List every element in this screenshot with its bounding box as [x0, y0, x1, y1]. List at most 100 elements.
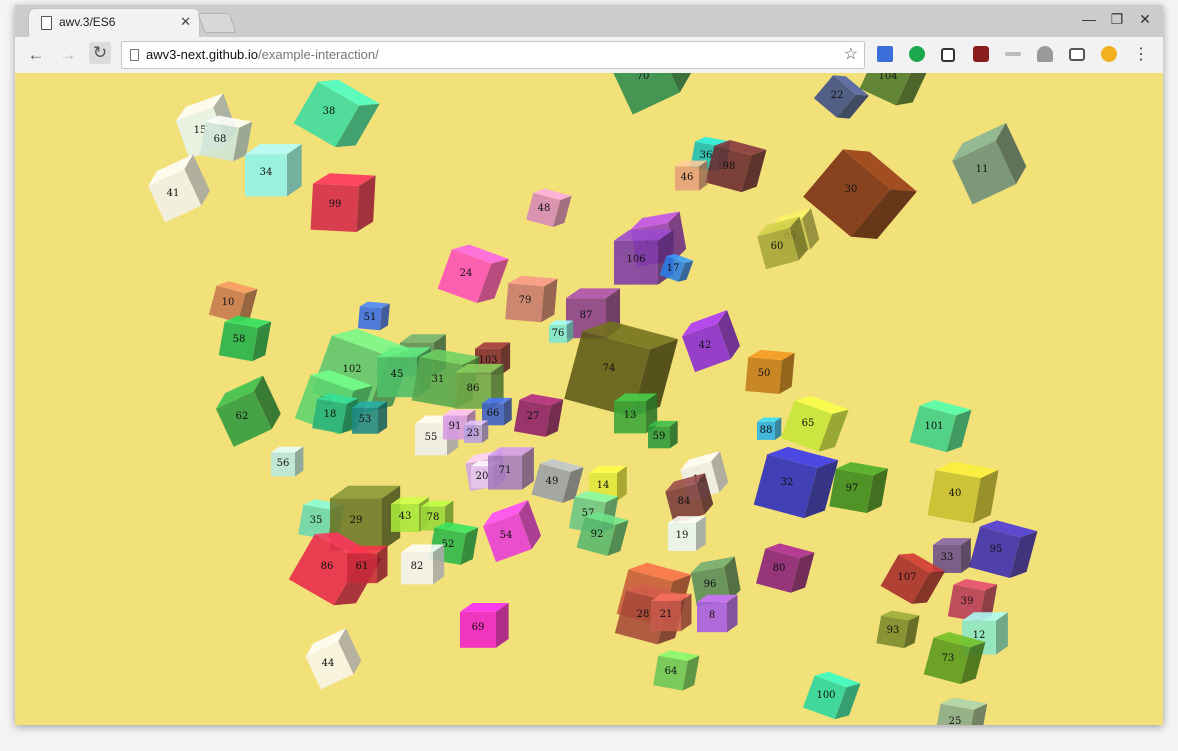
cube-label-18: 18 [324, 409, 337, 420]
cube-label-96: 96 [704, 579, 717, 590]
cube-label-86: 86 [467, 383, 480, 394]
cube-34[interactable] [245, 144, 302, 197]
cube-label-33: 33 [941, 552, 954, 563]
cube-label-22: 22 [831, 90, 844, 101]
cube-95[interactable] [969, 517, 1038, 582]
cube-label-54: 54 [500, 530, 513, 541]
cube-70[interactable] [605, 73, 696, 115]
cube-label-84: 84 [678, 496, 691, 507]
cube-label-51: 51 [364, 312, 377, 323]
cube-label-100: 100 [816, 690, 835, 701]
forward-button[interactable]: → [57, 45, 79, 65]
tab-active[interactable]: awv.3/ES6 ✕ [29, 9, 199, 37]
cube-label-82: 82 [411, 561, 424, 572]
cube-label-11: 11 [976, 164, 989, 175]
cube-65[interactable] [780, 391, 849, 456]
cube-label-80: 80 [773, 563, 786, 574]
cube-label-60: 60 [771, 241, 784, 252]
browser-toolbar: ← → ↻ awv3-next.github.io/example-intera… [15, 37, 1163, 74]
cube-label-35: 35 [310, 515, 323, 526]
cube-label-59: 59 [653, 431, 666, 442]
cube-38[interactable] [293, 73, 380, 156]
cube-label-58: 58 [233, 334, 246, 345]
restore-button[interactable]: ❐ [1107, 11, 1127, 28]
cube-label-95: 95 [990, 544, 1003, 555]
close-window-button[interactable]: ✕ [1135, 11, 1155, 28]
cube-label-88: 88 [760, 425, 773, 436]
cube-label-27: 27 [527, 411, 540, 422]
cube-label-32: 32 [781, 477, 794, 488]
cube-32[interactable] [753, 442, 839, 523]
bookmark-star-icon[interactable]: ☆ [844, 44, 858, 64]
cube-label-30: 30 [845, 184, 858, 195]
document-icon [41, 16, 52, 30]
extension-dots-icon[interactable] [1005, 52, 1021, 56]
cube-label-74: 74 [603, 363, 616, 374]
cube-label-31: 31 [432, 374, 445, 385]
cube-label-44: 44 [322, 658, 335, 669]
reload-icon: ↻ [92, 43, 108, 62]
cube-label-102: 102 [342, 364, 361, 375]
new-tab-button[interactable] [197, 13, 237, 33]
cube-label-24: 24 [460, 268, 473, 279]
cast-icon[interactable] [1069, 48, 1085, 61]
browser-window: awv.3/ES6 ✕ — ❐ ✕ ← → ↻ awv3-next.github… [15, 5, 1163, 725]
cube-label-92: 92 [591, 529, 604, 540]
cube-label-42: 42 [699, 340, 712, 351]
cube-40[interactable] [927, 459, 999, 526]
extension-megaphone-icon[interactable] [877, 46, 893, 62]
extension-cloud-icon[interactable] [1037, 46, 1053, 62]
cube-label-46: 46 [681, 172, 694, 183]
extension-star-badge-icon[interactable] [1101, 46, 1117, 62]
cube-8[interactable] [697, 594, 738, 633]
cube-label-50: 50 [758, 368, 771, 379]
cube-label-62: 62 [236, 411, 249, 422]
back-button[interactable]: ← [25, 45, 47, 65]
url-text: awv3-next.github.io/example-interaction/ [146, 47, 379, 62]
minimize-button[interactable]: — [1079, 11, 1099, 27]
extension-green-circle-icon[interactable] [909, 46, 925, 62]
cube-label-41: 41 [167, 188, 180, 199]
cube-label-76: 76 [552, 328, 565, 339]
cube-label-13: 13 [624, 410, 637, 421]
cube-label-101: 101 [924, 421, 943, 432]
cube-label-14: 14 [597, 480, 610, 491]
chrome-menu-icon[interactable]: ⋮ [1133, 44, 1149, 64]
tab-close-icon[interactable]: ✕ [180, 14, 191, 30]
cube-label-97: 97 [846, 483, 859, 494]
tab-strip: awv.3/ES6 ✕ — ❐ ✕ [15, 5, 1163, 37]
cube-label-73: 73 [942, 653, 955, 664]
cube-label-34: 34 [260, 167, 273, 178]
cube-label-53: 53 [359, 414, 372, 425]
cube-11[interactable] [947, 122, 1031, 205]
cube-label-64: 64 [665, 666, 678, 677]
cube-label-29: 29 [350, 515, 363, 526]
cube-label-70: 70 [637, 73, 650, 82]
cube-24[interactable] [437, 240, 509, 309]
address-bar[interactable]: awv3-next.github.io/example-interaction/… [121, 41, 865, 69]
cube-label-23: 23 [467, 428, 480, 439]
webgl-scene[interactable]: 7010422381568343698463011419948631061789… [15, 73, 1163, 725]
cube-label-104: 104 [878, 73, 897, 82]
cube-scene[interactable]: 7010422381568343698463011419948631061789… [15, 73, 1163, 725]
extension-shield-icon[interactable] [973, 46, 989, 62]
cube-30[interactable] [803, 138, 917, 251]
tab-title: awv.3/ES6 [59, 15, 116, 29]
cube-97[interactable] [829, 460, 889, 515]
cube-label-107: 107 [897, 572, 916, 583]
page-info-icon[interactable] [130, 49, 139, 61]
cube-label-106: 106 [626, 254, 645, 265]
cube-label-49: 49 [546, 476, 559, 487]
cube-label-65: 65 [802, 418, 815, 429]
cube-label-43: 43 [399, 511, 412, 522]
cube-label-86: 86 [321, 561, 334, 572]
cube-label-39: 39 [961, 596, 974, 607]
extension-bracket-icon[interactable] [941, 48, 955, 62]
cube-label-21: 21 [660, 609, 673, 620]
cube-label-25: 25 [949, 716, 962, 725]
cube-label-87: 87 [580, 310, 593, 321]
cube-99[interactable] [310, 172, 376, 232]
cube-label-19: 19 [676, 530, 689, 541]
cube-label-38: 38 [323, 106, 336, 117]
cube-label-48: 48 [538, 203, 551, 214]
